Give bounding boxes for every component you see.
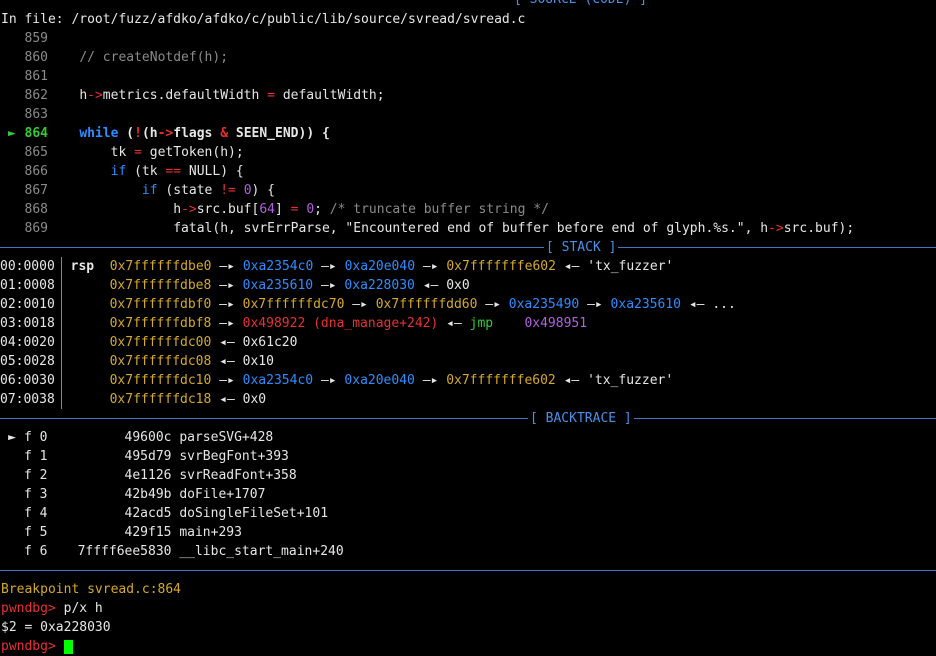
current-line-marker-icon: ► xyxy=(8,126,16,141)
stack-row: 04:0020 0x7ffffffdc00 ◂— 0x61c20 xyxy=(0,333,298,352)
prompt: pwndbg> xyxy=(1,639,56,654)
backtrace-title: [ BACKTRACE ] xyxy=(528,409,634,428)
source-line: 866 if (tk == NULL) { xyxy=(24,164,244,179)
bottom-separator xyxy=(0,561,936,580)
prompt: pwndbg> xyxy=(1,601,56,616)
stack-row: 05:0028 0x7ffffffdc08 ◂— 0x10 xyxy=(0,352,274,371)
console-command-line: pwndbg> p/x h xyxy=(1,599,936,618)
source-line: 860 // createNotdef(h); xyxy=(24,50,229,65)
source-line: 863 xyxy=(24,107,48,122)
current-frame-marker-icon: ► xyxy=(8,430,16,445)
source-file-path: In file: /root/fuzz/afdko/afdko/c/public… xyxy=(1,12,526,27)
terminal-cursor[interactable] xyxy=(63,639,73,654)
stack-row: 02:0010 0x7ffffffdbf0 —▸ 0x7ffffffdc70 —… xyxy=(0,295,736,314)
stack-row: 06:0030 0x7ffffffdc10 —▸ 0xa2354c0 —▸ 0x… xyxy=(0,371,674,390)
backtrace-frame: f 2 4e1126 svrReadFont+358 xyxy=(24,468,297,483)
stack-row: 03:0018 0x7ffffffdbf8 —▸ 0x498922 (dna_m… xyxy=(0,314,588,333)
source-line: 869 fatal(h, svrErrParse, "Encountered e… xyxy=(24,221,855,236)
backtrace-frame: f 4 42acd5 doSingleFileSet+101 xyxy=(24,506,329,521)
source-line: 865 tk = getToken(h); xyxy=(24,145,244,160)
source-line: 868 h->src.buf[64] = 0; /* truncate buff… xyxy=(24,202,549,217)
backtrace-frame: f 1 495d79 svrBegFont+393 xyxy=(24,449,289,464)
stack-row: 01:0008 0x7ffffffdbe8 —▸ 0xa235610 —▸ 0x… xyxy=(0,276,470,295)
source-line: 867 if (state != 0) { xyxy=(24,183,275,198)
backtrace-frame: f 3 42b49b doFile+1707 xyxy=(24,487,266,502)
backtrace-frame: ► f 0 49600c parseSVG+428 xyxy=(8,430,274,445)
stack-separator: [ STACK ] xyxy=(0,238,936,257)
source-line: 859 xyxy=(24,31,48,46)
command-result: $2 = 0xa228030 xyxy=(1,620,111,635)
source-line: 862 h->metrics.defaultWidth = defaultWid… xyxy=(24,88,385,103)
stack-title: [ STACK ] xyxy=(544,238,619,257)
backtrace-frame: f 6 7ffff6ee5830 __libc_start_main+240 xyxy=(24,544,344,559)
current-source-line: ► 864 while (!(h->flags & SEEN_END)) { xyxy=(8,126,330,141)
backtrace-separator: [ BACKTRACE ] xyxy=(0,409,936,428)
console-input-line[interactable]: pwndbg> xyxy=(1,637,936,656)
source-separator: [ SOURCE (CODE) ] xyxy=(0,0,936,9)
backtrace-frame: f 5 429f15 main+293 xyxy=(24,525,242,540)
command-text: p/x h xyxy=(63,601,103,616)
stack-row: 07:0038 0x7ffffffdc18 ◂— 0x0 xyxy=(0,390,267,409)
stack-row: 00:0000 rsp 0x7ffffffdbe0 —▸ 0xa2354c0 —… xyxy=(0,257,674,276)
breakpoint-message: Breakpoint svread.c:864 xyxy=(1,582,182,597)
source-title: [ SOURCE (CODE) ] xyxy=(512,0,650,9)
source-line: 861 xyxy=(24,69,48,84)
